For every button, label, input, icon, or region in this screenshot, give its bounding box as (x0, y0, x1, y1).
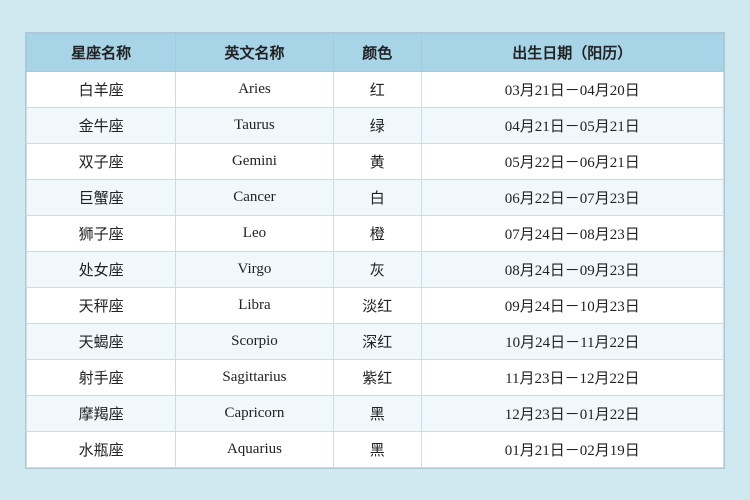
zodiac-table: 星座名称英文名称颜色出生日期（阳历） 白羊座Aries红03月21日－04月20… (26, 33, 724, 468)
table-row: 摩羯座Capricorn黑12月23日－01月22日 (27, 395, 724, 431)
table-cell: Capricorn (176, 395, 334, 431)
table-cell: 03月21日－04月20日 (421, 71, 723, 107)
table-cell: 摩羯座 (27, 395, 176, 431)
table-cell: 处女座 (27, 251, 176, 287)
table-cell: Aries (176, 71, 334, 107)
table-cell: 黑 (333, 431, 421, 467)
table-cell: Virgo (176, 251, 334, 287)
table-cell: 狮子座 (27, 215, 176, 251)
table-cell: Taurus (176, 107, 334, 143)
zodiac-table-container: 星座名称英文名称颜色出生日期（阳历） 白羊座Aries红03月21日－04月20… (25, 32, 725, 469)
table-cell: 深红 (333, 323, 421, 359)
table-cell: 水瓶座 (27, 431, 176, 467)
table-header-cell: 颜色 (333, 33, 421, 71)
table-cell: 天秤座 (27, 287, 176, 323)
table-cell: 08月24日－09月23日 (421, 251, 723, 287)
table-cell: 淡红 (333, 287, 421, 323)
table-cell: Libra (176, 287, 334, 323)
table-cell: 白 (333, 179, 421, 215)
table-cell: 10月24日－11月22日 (421, 323, 723, 359)
table-cell: 01月21日－02月19日 (421, 431, 723, 467)
table-cell: Aquarius (176, 431, 334, 467)
table-header-cell: 星座名称 (27, 33, 176, 71)
table-row: 白羊座Aries红03月21日－04月20日 (27, 71, 724, 107)
table-cell: 04月21日－05月21日 (421, 107, 723, 143)
table-cell: 红 (333, 71, 421, 107)
table-row: 巨蟹座Cancer白06月22日－07月23日 (27, 179, 724, 215)
table-cell: 射手座 (27, 359, 176, 395)
table-row: 天蝎座Scorpio深红10月24日－11月22日 (27, 323, 724, 359)
table-cell: 巨蟹座 (27, 179, 176, 215)
table-cell: 12月23日－01月22日 (421, 395, 723, 431)
table-cell: 黑 (333, 395, 421, 431)
table-cell: 05月22日－06月21日 (421, 143, 723, 179)
table-cell: 双子座 (27, 143, 176, 179)
table-cell: 天蝎座 (27, 323, 176, 359)
table-header-cell: 英文名称 (176, 33, 334, 71)
table-cell: 09月24日－10月23日 (421, 287, 723, 323)
table-cell: Gemini (176, 143, 334, 179)
table-cell: 灰 (333, 251, 421, 287)
table-row: 金牛座Taurus绿04月21日－05月21日 (27, 107, 724, 143)
table-row: 双子座Gemini黄05月22日－06月21日 (27, 143, 724, 179)
table-cell: 金牛座 (27, 107, 176, 143)
table-row: 狮子座Leo橙07月24日－08月23日 (27, 215, 724, 251)
table-cell: 07月24日－08月23日 (421, 215, 723, 251)
table-header-cell: 出生日期（阳历） (421, 33, 723, 71)
table-cell: 11月23日－12月22日 (421, 359, 723, 395)
table-cell: 橙 (333, 215, 421, 251)
table-cell: Cancer (176, 179, 334, 215)
table-header-row: 星座名称英文名称颜色出生日期（阳历） (27, 33, 724, 71)
table-body: 白羊座Aries红03月21日－04月20日金牛座Taurus绿04月21日－0… (27, 71, 724, 467)
table-cell: Scorpio (176, 323, 334, 359)
table-cell: 紫红 (333, 359, 421, 395)
table-cell: 绿 (333, 107, 421, 143)
table-row: 天秤座Libra淡红09月24日－10月23日 (27, 287, 724, 323)
table-row: 水瓶座Aquarius黑01月21日－02月19日 (27, 431, 724, 467)
table-row: 射手座Sagittarius紫红11月23日－12月22日 (27, 359, 724, 395)
table-cell: 黄 (333, 143, 421, 179)
table-cell: 白羊座 (27, 71, 176, 107)
table-cell: 06月22日－07月23日 (421, 179, 723, 215)
table-cell: Sagittarius (176, 359, 334, 395)
table-row: 处女座Virgo灰08月24日－09月23日 (27, 251, 724, 287)
table-cell: Leo (176, 215, 334, 251)
